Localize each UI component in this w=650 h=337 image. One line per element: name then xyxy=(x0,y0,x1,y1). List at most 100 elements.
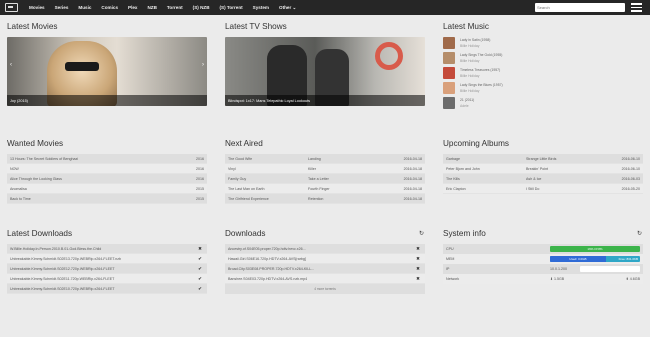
movie-caption: Joy (2015) xyxy=(7,95,207,106)
track-artist: Adele xyxy=(460,104,469,108)
track-artist: Billie Holiday xyxy=(460,89,480,93)
torrent-name: Ancestry.of.S04E05.proper.720p.hdtv.hevc… xyxy=(228,246,306,251)
network-up: ⬆ 4.6GB xyxy=(596,277,640,281)
track-title: Lady in Satin (1958) xyxy=(460,38,491,42)
table-row[interactable]: Banshee.S04E03.720p.HDTV.x264-AVS.nzb.mp… xyxy=(225,274,425,284)
refresh-icon[interactable]: ↻ xyxy=(419,230,424,237)
nav-other-label: Other xyxy=(279,4,292,10)
upcoming-albums-table: Garbage Strange Little Birds 2016-06-10 Pe… xyxy=(443,154,643,194)
nav-system[interactable]: System xyxy=(248,5,274,10)
upload-arrow-icon: ⬆ xyxy=(625,277,629,281)
release-date: 2016-06-03 xyxy=(621,176,640,181)
album-artist: The Kills xyxy=(446,176,460,181)
cpu-fill: 16% Of 8% xyxy=(550,246,640,252)
sunglasses-image xyxy=(65,62,99,71)
close-icon[interactable]: ✖ xyxy=(414,276,422,282)
logo-icon[interactable] xyxy=(5,3,18,12)
table-row[interactable]: Eric Clapton I Still Do 2016-05-20 xyxy=(443,184,643,194)
list-item[interactable]: Lady Sings The Gold (1955) Billie Holida… xyxy=(443,51,643,65)
check-icon: ✔ xyxy=(198,285,202,291)
episode-name: Killer xyxy=(308,166,316,171)
nav-plex[interactable]: Plex xyxy=(123,5,142,10)
table-row[interactable]: Unbreakable.Kimmy.Schmidt.S02E12.720p.WE… xyxy=(7,264,207,274)
nav-other[interactable]: Other ⌄ xyxy=(274,5,301,11)
hamburger-menu-icon[interactable] xyxy=(631,3,642,12)
nav-torrent[interactable]: Torrent xyxy=(162,5,188,10)
table-row[interactable]: Vinyl Killer 2016-04-18 xyxy=(225,164,425,174)
album-name: Ash & Ice xyxy=(526,176,542,181)
album-art xyxy=(443,37,455,49)
table-row[interactable]: Ancestry.of.S04E05.proper.720p.hdtv.hevc… xyxy=(225,244,425,254)
refresh-icon[interactable]: ↻ xyxy=(637,230,642,237)
download-name: Unbreakable.Kimmy.Schmidt.S02E11.720p.WE… xyxy=(10,276,115,281)
close-icon[interactable]: ✖ xyxy=(414,246,422,252)
check-icon: ✔ xyxy=(198,255,202,261)
latest-downloads-table: W.Billie.Holiday.In.Person.2010.B.01-God… xyxy=(7,244,207,294)
air-date: 2016-04-18 xyxy=(403,166,422,171)
memory-used-fill: Used: 3.0GB xyxy=(550,256,606,262)
nav-music[interactable]: Music xyxy=(73,5,96,10)
more-torrents-link[interactable]: 4 more torrents xyxy=(225,284,425,294)
table-row[interactable]: Family Guy Take a Letter 2016-04-18 xyxy=(225,174,425,184)
system-info-table: CPU 16% Of 8% MEM Used: 3.0GB Free: 831.… xyxy=(443,244,643,284)
next-aired-table: The Good Wife Landing 2016-04-18 Vinyl Kill… xyxy=(225,154,425,204)
list-item[interactable]: 21 (2011) Adele xyxy=(443,96,643,110)
table-row[interactable]: Hawaii.Girl.S06E16.720p.HDTV.x264-AVS[ra… xyxy=(225,254,425,264)
table-row[interactable]: Unbreakable.Kimmy.Schmidt.S02E10.720p.WE… xyxy=(7,284,207,294)
track-artist: Billie Holiday xyxy=(460,74,480,78)
system-info-title: System info xyxy=(443,229,486,238)
download-arrow-icon: ⬇ xyxy=(550,277,554,281)
network-down-value: 1.5GB xyxy=(554,277,565,281)
episode-name: Fourth Finger xyxy=(308,186,330,191)
track-title: 21 (2011) xyxy=(460,98,475,102)
nav-comics[interactable]: Comics xyxy=(96,5,123,10)
show-name: The Girlfriend Experience xyxy=(228,196,269,201)
memory-label: MEM xyxy=(446,257,455,261)
table-row[interactable]: 13 Hours: The Secret Soldiers of Benghaz… xyxy=(7,154,207,164)
ip-label: IP xyxy=(446,267,450,271)
movie-year: 2015 xyxy=(196,196,204,201)
table-row[interactable]: The Last Man on Earth Fourth Finger 2016-0… xyxy=(225,184,425,194)
album-name: I Still Do xyxy=(526,186,540,191)
table-row[interactable]: W.Billie.Holiday.In.Person.2010.B.01-God… xyxy=(7,244,207,254)
table-row[interactable]: Peter Bjorn and John Breakin' Point 2016-0… xyxy=(443,164,643,174)
arrow-right-icon[interactable]: › xyxy=(202,62,204,68)
table-row[interactable]: The Good Wife Landing 2016-04-18 xyxy=(225,154,425,164)
table-row[interactable]: Unbreakable.Kimmy.Schmidt.S02E11.720p.WE… xyxy=(7,274,207,284)
close-icon[interactable]: ✖ xyxy=(196,246,204,252)
arrow-left-icon[interactable]: ‹ xyxy=(10,62,12,68)
list-item[interactable]: Lady Sings the Blues (1957) Billie Holid… xyxy=(443,81,643,95)
movie-name: 13 Hours: The Secret Soldiers of Benghaz… xyxy=(10,156,79,161)
close-icon[interactable]: ✖ xyxy=(414,256,422,262)
table-row[interactable]: Alice Through the Looking Glass 2016 xyxy=(7,174,207,184)
table-row[interactable]: Garbage Strange Little Birds 2016-06-10 xyxy=(443,154,643,164)
downloads-table: Ancestry.of.S04E05.proper.720p.hdtv.hevc… xyxy=(225,244,425,294)
table-row[interactable]: Anomalisa 2015 xyxy=(7,184,207,194)
memory-progress-bar: Used: 3.0GB Free: 831.0KB xyxy=(550,256,640,262)
nav-s-nzb[interactable]: (S) NZB xyxy=(188,5,215,10)
network-row: Network ⬇ 1.5GB ⬆ 4.6GB xyxy=(443,274,643,284)
album-artist: Garbage xyxy=(446,156,460,161)
table-row[interactable]: Back to Time 2015 xyxy=(7,194,207,204)
show-name: Vinyl xyxy=(228,166,236,171)
table-row[interactable]: Unbreakable.Kimmy.Schmidt.S02E13.720p.WE… xyxy=(7,254,207,264)
table-row[interactable]: NOW 2016 xyxy=(7,164,207,174)
list-item[interactable]: Timeless Treasures (1957) Billie Holiday xyxy=(443,66,643,80)
show-name: The Last Man on Earth xyxy=(228,186,265,191)
nav-nzb[interactable]: NZB xyxy=(142,5,161,10)
latest-downloads-title: Latest Downloads xyxy=(7,229,73,238)
table-row[interactable]: The Girlfriend Experience Retention 2016-0… xyxy=(225,194,425,204)
episode-name: Retention xyxy=(308,196,324,201)
ip-row: IP 10.0.1.200 xyxy=(443,264,643,274)
list-item[interactable]: Lady in Satin (1958) Billie Holiday xyxy=(443,36,643,50)
search-input[interactable] xyxy=(535,3,625,12)
latest-movie-poster[interactable]: ‹ › Joy (2015) xyxy=(7,37,207,106)
nav-series[interactable]: Series xyxy=(50,5,74,10)
table-row[interactable]: Broad.City.S03E08.PROPER.720p.HDTV.x264-… xyxy=(225,264,425,274)
album-artist: Eric Clapton xyxy=(446,186,466,191)
close-icon[interactable]: ✖ xyxy=(414,266,422,272)
nav-s-torrent[interactable]: (S) Torrent xyxy=(215,5,248,10)
latest-tv-poster[interactable]: Blindspot: 1x17: Mans Telepathic Loyal L… xyxy=(225,37,425,106)
table-row[interactable]: The Kills Ash & Ice 2016-06-03 xyxy=(443,174,643,184)
nav-movies[interactable]: Movies xyxy=(24,5,50,10)
